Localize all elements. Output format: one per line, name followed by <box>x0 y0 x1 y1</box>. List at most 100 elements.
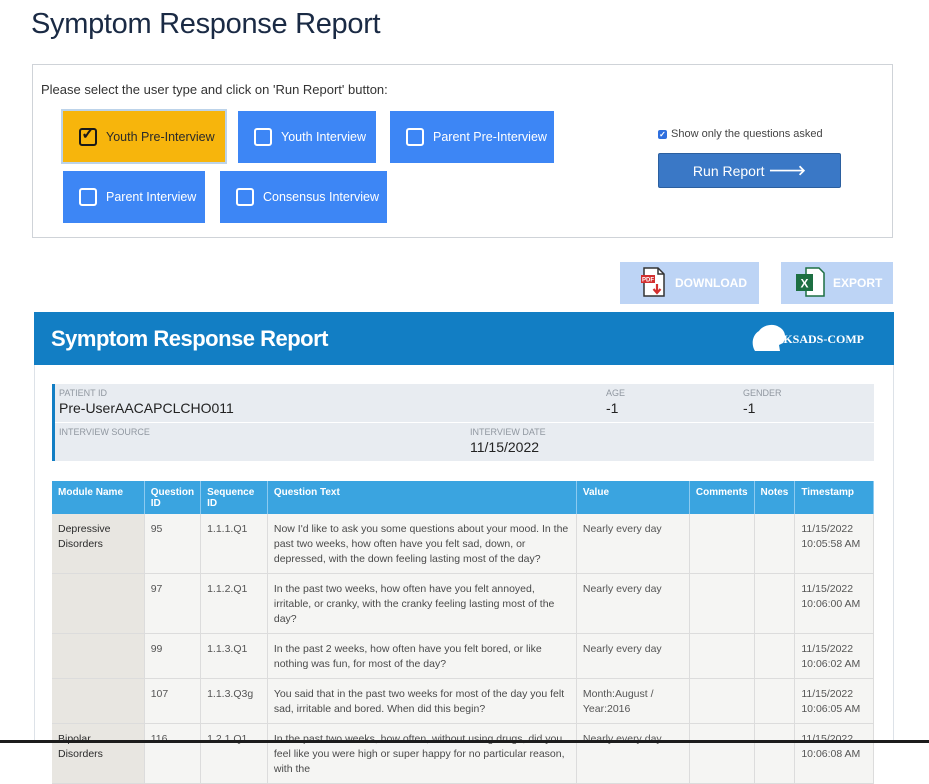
show-only-label: Show only the questions asked <box>671 128 823 140</box>
report-header: Symptom Response Report KSADS-COMP <box>34 312 894 365</box>
export-label: EXPORT <box>833 276 883 290</box>
checkbox-icon <box>406 128 424 146</box>
interview-date-value: 11/15/2022 <box>470 439 540 455</box>
notes-cell <box>754 633 796 679</box>
table-row: Bipolar Disorders 116 1.2.1.Q1 In the pa… <box>52 723 874 784</box>
run-report-button[interactable]: Run Report 🡒 <box>658 153 841 188</box>
checkbox-icon <box>236 188 254 206</box>
column-header: Timestamp <box>794 481 874 514</box>
question-text-cell: In the past 2 weeks, how often have you … <box>267 633 577 679</box>
download-button[interactable]: PDF DOWNLOAD <box>620 262 759 304</box>
page-title: Symptom Response Report <box>31 8 381 40</box>
table-header-row: Module Name Question ID Sequence ID Ques… <box>52 481 874 514</box>
report-title: Symptom Response Report <box>51 326 329 351</box>
timestamp-cell: 11/15/2022 10:05:58 AM <box>794 514 874 574</box>
comments-cell <box>689 633 755 679</box>
value-cell: Month:August / Year:2016 <box>576 678 690 724</box>
comments-cell <box>689 514 755 574</box>
symptom-response-table: Module Name Question ID Sequence ID Ques… <box>52 481 874 784</box>
user-type-label: Youth Interview <box>281 130 367 144</box>
user-type-youth-interview-button[interactable]: Youth Interview <box>238 111 376 163</box>
timestamp-cell: 11/15/2022 10:06:05 AM <box>794 678 874 724</box>
notes-cell <box>754 573 796 634</box>
sequence-id-cell: 1.1.3.Q3g <box>200 678 268 724</box>
table-row: 99 1.1.3.Q1 In the past 2 weeks, how oft… <box>52 633 874 679</box>
question-id-cell: 95 <box>144 514 202 574</box>
gender-field: GENDER -1 <box>743 388 782 416</box>
module-name-cell <box>52 678 145 724</box>
sequence-id-cell: 1.1.3.Q1 <box>200 633 268 679</box>
module-name-cell: Bipolar Disorders <box>52 723 145 784</box>
module-name-cell <box>52 633 145 679</box>
module-name-cell: Depressive Disorders <box>52 514 145 574</box>
age-value: -1 <box>606 400 619 416</box>
value-cell: Nearly every day <box>576 514 690 574</box>
patient-info: PATIENT ID Pre-UserAACAPCLCHO011 AGE -1 … <box>52 384 874 461</box>
question-id-cell: 97 <box>144 573 202 634</box>
comments-cell <box>689 573 755 634</box>
timestamp-cell: 11/15/2022 10:06:00 AM <box>794 573 874 634</box>
patient-id-field: PATIENT ID Pre-UserAACAPCLCHO011 <box>59 388 234 416</box>
question-text-cell: In the past two weeks, how often have yo… <box>267 573 577 634</box>
export-button[interactable]: X EXPORT <box>781 262 893 304</box>
patient-info-row-1: PATIENT ID Pre-UserAACAPCLCHO011 AGE -1 … <box>55 384 874 422</box>
user-type-youth-pre-interview-button[interactable]: ✓ Youth Pre-Interview <box>61 109 227 164</box>
interview-source-field: INTERVIEW SOURCE <box>59 427 150 437</box>
user-type-label: Parent Interview <box>106 190 197 204</box>
notes-cell <box>754 514 796 574</box>
user-type-panel: Please select the user type and click on… <box>32 64 893 238</box>
question-id-cell: 99 <box>144 633 202 679</box>
timestamp-cell: 11/15/2022 10:06:02 AM <box>794 633 874 679</box>
comments-cell <box>689 723 755 784</box>
table-row: 107 1.1.3.Q3g You said that in the past … <box>52 678 874 724</box>
user-type-label: Consensus Interview <box>263 190 380 204</box>
value-cell: Nearly every day <box>576 573 690 634</box>
comments-cell <box>689 678 755 724</box>
sequence-id-cell: 1.1.2.Q1 <box>200 573 268 634</box>
checkbox-checked-icon[interactable]: ✓ <box>658 129 667 139</box>
checkbox-checked-icon: ✓ <box>79 127 97 146</box>
user-type-label: Youth Pre-Interview <box>106 129 215 144</box>
excel-file-icon: X <box>795 266 825 300</box>
user-type-consensus-interview-button[interactable]: Consensus Interview <box>220 171 387 223</box>
table-row: 97 1.1.2.Q1 In the past two weeks, how o… <box>52 573 874 634</box>
user-type-label: Parent Pre-Interview <box>433 130 547 144</box>
checkbox-icon <box>254 128 272 146</box>
arrow-right-icon: 🡒 <box>768 162 807 178</box>
user-type-parent-pre-interview-button[interactable]: Parent Pre-Interview <box>390 111 554 163</box>
patient-info-row-2: INTERVIEW SOURCE INTERVIEW DATE 11/15/20… <box>55 423 874 461</box>
pdf-file-icon: PDF <box>641 266 667 300</box>
panel-prompt: Please select the user type and click on… <box>41 82 388 97</box>
column-header: Question Text <box>267 481 577 514</box>
checkbox-icon <box>79 188 97 206</box>
value-cell: Nearly every day <box>576 633 690 679</box>
question-text-cell: In the past two weeks, how often, withou… <box>267 723 577 784</box>
sequence-id-cell: 1.1.1.Q1 <box>200 514 268 574</box>
question-id-cell: 107 <box>144 678 202 724</box>
column-header: Sequence ID <box>200 481 268 514</box>
question-text-cell: You said that in the past two weeks for … <box>267 678 577 724</box>
svg-text:X: X <box>800 276 808 290</box>
question-id-cell: 116 <box>144 723 202 784</box>
column-header: Value <box>576 481 690 514</box>
run-report-label: Run Report <box>692 162 765 179</box>
patient-id-value: Pre-UserAACAPCLCHO011 <box>59 400 234 416</box>
notes-cell <box>754 723 796 784</box>
table-row: Depressive Disorders 95 1.1.1.Q1 Now I'd… <box>52 514 874 574</box>
sequence-id-cell: 1.2.1.Q1 <box>200 723 268 784</box>
age-field: AGE -1 <box>606 388 626 416</box>
show-only-asked-toggle[interactable]: ✓ Show only the questions asked <box>658 128 823 140</box>
svg-text:PDF: PDF <box>642 277 654 283</box>
notes-cell <box>754 678 796 724</box>
interview-date-field: INTERVIEW DATE 11/15/2022 <box>470 427 546 455</box>
column-header: Comments <box>689 481 755 514</box>
user-type-parent-interview-button[interactable]: Parent Interview <box>63 171 205 223</box>
module-name-cell <box>52 573 145 634</box>
ksads-comp-logo: KSADS-COMP <box>749 321 864 357</box>
value-cell: Nearly every day <box>576 723 690 784</box>
column-header: Question ID <box>144 481 202 514</box>
column-header: Module Name <box>52 481 145 514</box>
download-label: DOWNLOAD <box>675 276 747 290</box>
gender-value: -1 <box>743 400 756 416</box>
column-header: Notes <box>754 481 796 514</box>
